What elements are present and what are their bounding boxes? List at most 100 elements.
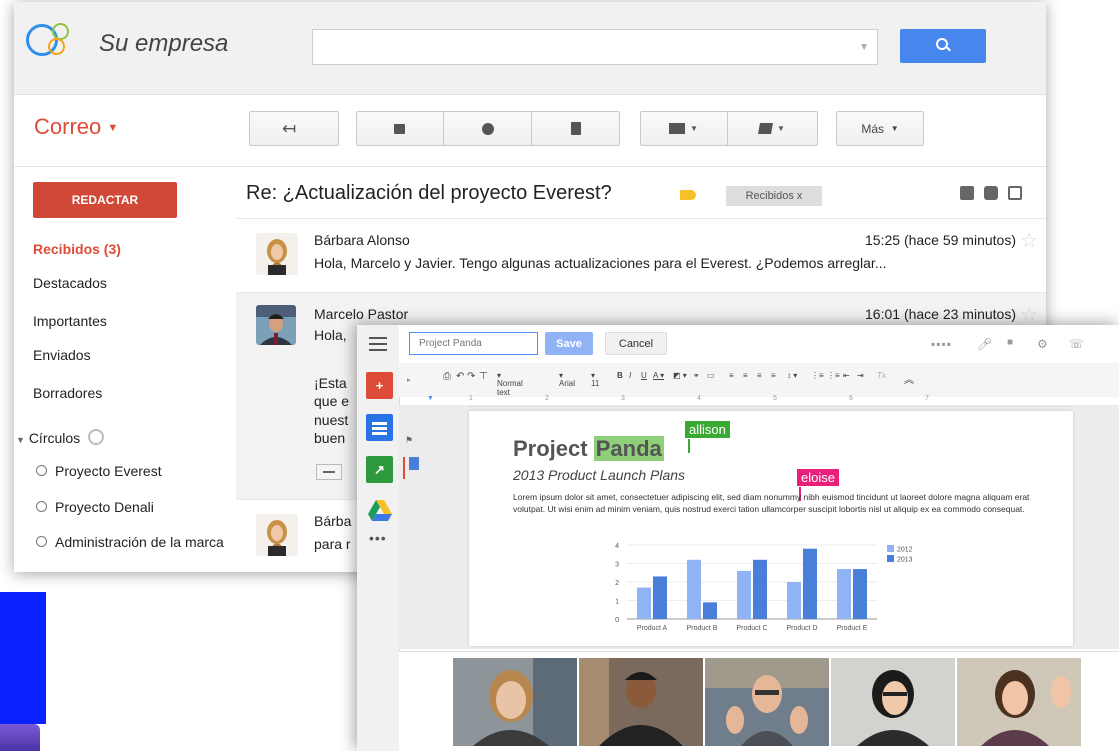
align-left-icon[interactable]: ≡ — [729, 371, 734, 380]
participant-video[interactable] — [579, 658, 703, 746]
message-row[interactable]: Bárbara Alonso 15:25 (hace 59 minutos) H… — [236, 218, 1046, 291]
side-expand-icon[interactable]: ▸ — [407, 376, 411, 384]
clear-formatting-icon[interactable]: Tx — [877, 371, 886, 380]
indent-marker-icon[interactable]: ▼ — [427, 395, 434, 402]
highlight-color-icon[interactable]: ◩ ▾ — [673, 371, 687, 380]
report-spam-button[interactable] — [444, 111, 532, 146]
circle-item[interactable]: Proyecto Denali — [36, 499, 154, 515]
underline-icon[interactable]: U — [641, 371, 647, 380]
settings-gear-icon[interactable]: ⚙ — [1037, 337, 1048, 351]
circle-item[interactable]: Proyecto Everest — [36, 463, 162, 479]
doc-name-input[interactable]: Project Panda — [409, 332, 538, 355]
video-participants — [399, 651, 1119, 751]
important-marker-icon[interactable] — [680, 190, 696, 200]
hangup-phone-icon[interactable]: ☏ — [1069, 337, 1084, 351]
more-button[interactable]: Más ▼ — [836, 111, 924, 146]
search-input[interactable]: ▼ — [312, 29, 878, 65]
document-body: Lorem ipsum dolor sit amet, consectetuer… — [513, 492, 1030, 514]
reply-button[interactable]: ↤ — [249, 111, 339, 146]
undo-icon[interactable]: ↶ — [456, 371, 464, 382]
align-center-icon[interactable]: ≡ — [743, 371, 748, 380]
new-window-icon[interactable] — [1008, 186, 1022, 200]
nav-drafts[interactable]: Borradores — [33, 385, 102, 401]
print-icon[interactable] — [984, 186, 998, 200]
save-button[interactable]: Save — [545, 332, 593, 355]
font-select[interactable]: Arial ▾ — [559, 371, 575, 388]
paint-format-icon[interactable]: ⊤ — [479, 371, 488, 382]
redo-icon[interactable]: ↷ — [467, 371, 475, 382]
search-options-icon[interactable]: ▼ — [859, 42, 869, 53]
collapse-toolbar-icon[interactable]: ︽ — [904, 371, 914, 386]
style-select[interactable]: Normal text ▾ — [497, 371, 523, 397]
star-icon[interactable]: ☆ — [1020, 228, 1038, 253]
search-button[interactable] — [900, 29, 986, 63]
background-purple-panel — [0, 724, 40, 751]
expand-all-icon[interactable] — [960, 186, 974, 200]
menu-icon[interactable] — [369, 337, 387, 351]
message-body-line: nuest — [314, 412, 349, 428]
camera-icon[interactable]: ■ — [1007, 337, 1013, 348]
inbox-label-chip[interactable]: Recibidos x — [726, 186, 822, 206]
collaborator-cursor — [688, 439, 690, 453]
delete-button[interactable] — [532, 111, 620, 146]
microphone-icon[interactable]: 🎤︎ — [977, 337, 992, 351]
avatar — [256, 305, 296, 345]
link-icon[interactable]: ⚭ — [693, 371, 700, 380]
screenshare-icon[interactable]: ↗ — [366, 456, 393, 483]
show-trimmed-content-button[interactable] — [316, 464, 342, 480]
formatting-toolbar: ⎙ ↶ ↷ ⊤ Normal text ▾ Arial ▾ 11 ▾ B I U… — [399, 363, 1119, 397]
bar — [803, 548, 817, 619]
document-page[interactable]: Project Panda allison 2013 Product Launc… — [469, 411, 1073, 646]
nav-sent[interactable]: Enviados — [33, 347, 91, 363]
outline-flag-icon[interactable]: ⚑ — [405, 435, 415, 445]
star-icon[interactable]: ☆ — [1020, 302, 1038, 327]
align-right-icon[interactable]: ≡ — [757, 371, 762, 380]
circles-section[interactable]: ▼ Círculos — [16, 429, 105, 446]
y-tick-label: 4 — [615, 543, 619, 550]
message-body-line: que e — [314, 393, 350, 409]
bold-icon[interactable]: B — [617, 371, 623, 380]
font-size-select[interactable]: 11 ▾ — [591, 371, 599, 388]
labels-button[interactable]: ▼ — [728, 111, 816, 146]
bar-chart[interactable]: 0 1 2 3 4 Product A Product B Product C Product … — [609, 539, 949, 639]
text-color-icon[interactable]: A ▾ — [653, 371, 664, 380]
x-tick-label: Product E — [837, 625, 868, 632]
app-switcher[interactable]: Correo ▼ — [34, 114, 118, 140]
gmail-header: Su empresa ▼ — [14, 2, 1046, 95]
bar — [787, 582, 801, 619]
message-time: 16:01 (hace 23 minutos) — [865, 306, 1016, 322]
drive-icon[interactable] — [366, 497, 393, 524]
line-spacing-icon[interactable]: ↕ ▾ — [787, 371, 797, 380]
numbered-list-icon[interactable]: ⋮≡ — [811, 371, 824, 380]
company-logo-icon[interactable] — [26, 23, 98, 64]
increase-indent-icon[interactable]: ⇥ — [857, 371, 864, 380]
participant-video[interactable] — [831, 658, 955, 746]
comment-icon[interactable]: ▭ — [707, 371, 715, 380]
print-icon[interactable]: ⎙ — [443, 371, 451, 382]
caret-down-icon: ▼ — [107, 122, 119, 135]
justify-icon[interactable]: ≡ — [771, 371, 776, 380]
label-tag-icon — [758, 123, 774, 134]
bar — [687, 559, 701, 619]
nav-important[interactable]: Importantes — [33, 313, 107, 329]
archive-button[interactable] — [356, 111, 444, 146]
add-people-icon[interactable]: + — [366, 372, 393, 399]
nav-starred[interactable]: Destacados — [33, 275, 107, 291]
x-tick-label: Product B — [687, 625, 718, 632]
outline-doc-icon[interactable] — [409, 457, 419, 470]
more-apps-icon[interactable]: ••• — [369, 530, 387, 546]
nav-inbox[interactable]: Recibidos (3) — [33, 241, 121, 257]
decrease-indent-icon[interactable]: ⇤ — [843, 371, 850, 380]
chat-icon[interactable] — [366, 414, 393, 441]
cancel-button[interactable]: Cancel — [605, 332, 667, 355]
bar — [837, 569, 851, 619]
participant-video[interactable] — [705, 658, 829, 746]
trash-icon — [571, 122, 581, 135]
circle-item[interactable]: Administración de la marca — [36, 534, 224, 550]
participant-video[interactable] — [957, 658, 1081, 746]
italic-icon[interactable]: I — [629, 371, 631, 380]
move-to-button[interactable]: ▼ — [640, 111, 728, 146]
participant-video[interactable] — [453, 658, 577, 746]
bulleted-list-icon[interactable]: ⋮≡ — [827, 371, 840, 380]
compose-button[interactable]: REDACTAR — [33, 182, 177, 218]
